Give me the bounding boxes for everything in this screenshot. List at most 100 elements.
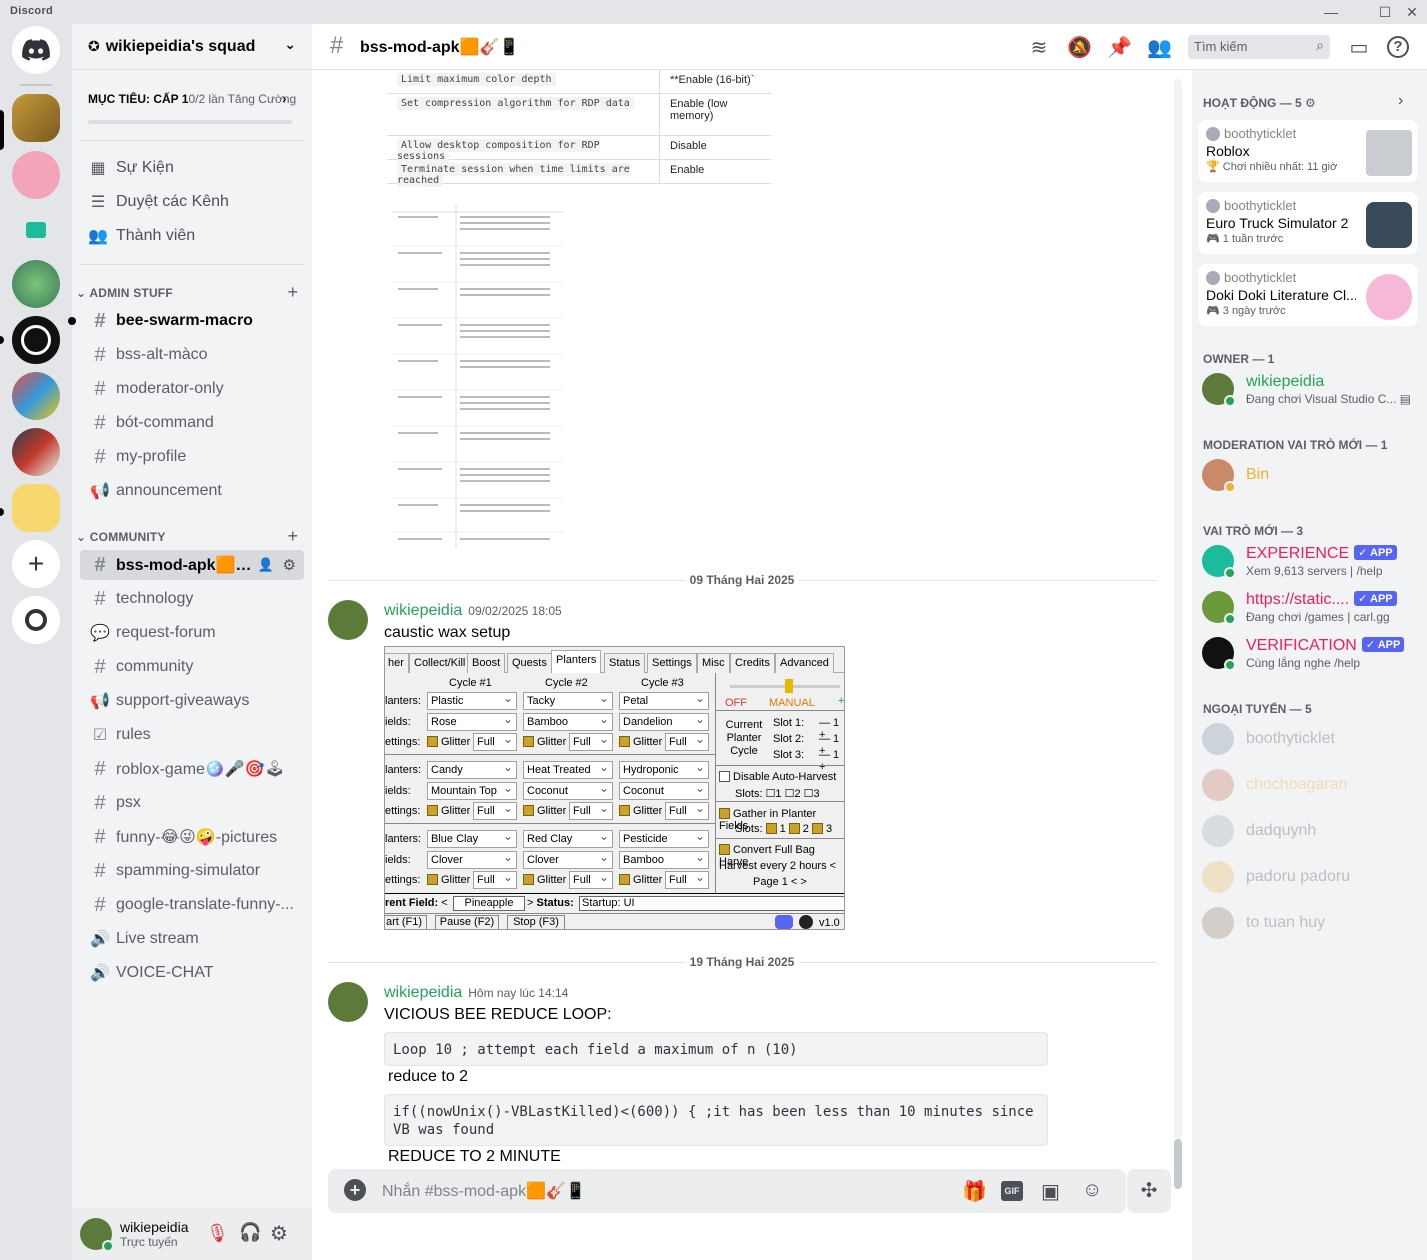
close-icon[interactable]: ✕ [1401, 2, 1423, 22]
member-offline[interactable]: padoru padoru [1200, 856, 1420, 898]
add-channel-icon[interactable]: + [287, 282, 298, 303]
hash-icon: # [94, 309, 106, 332]
activity-header: HOẠT ĐỘNG — 5 ⚙ [1203, 96, 1316, 110]
calendar-icon: ▦ [90, 160, 106, 177]
channel-bss-mod-apk[interactable]: # bss-mod-apk🟧… 👤 ⚙ [80, 550, 304, 580]
server-folder-icon[interactable] [12, 484, 60, 532]
channel-psx[interactable]: # psx [80, 788, 304, 818]
channel-voice-chat[interactable]: 🔊 VOICE-CHAT [80, 958, 304, 988]
channel-roblox-game[interactable]: # roblox-game🪩🎤🎯🕹 [80, 754, 304, 784]
chevron-right-icon[interactable]: › [1398, 92, 1403, 110]
nav-browse-channels[interactable]: ☰ Duyệt các Kênh [88, 192, 229, 212]
channel-bee-swarm-macro[interactable]: # bee-swarm-macro [80, 306, 304, 336]
discover-icon[interactable] [12, 596, 60, 644]
server-icon-wikiepeidia[interactable] [12, 94, 60, 142]
browse-channels-icon: ☰ [90, 194, 106, 211]
search-input[interactable]: Tìm kiếm ⌕ [1188, 35, 1330, 59]
add-attachment-icon[interactable]: + [344, 1179, 366, 1201]
member-owner[interactable]: wikiepeidia Đang chơi Visual Studio C... … [1200, 368, 1420, 410]
member-bin[interactable]: Bin [1200, 454, 1420, 496]
minimize-icon[interactable]: — [1320, 2, 1342, 22]
activity-card[interactable]: boothyticklet Euro Truck Simulator 2 🎮 1… [1198, 192, 1418, 254]
discord-logo-icon [775, 915, 793, 929]
inbox-icon[interactable]: ▭ [1347, 36, 1371, 60]
macro-screenshot[interactable]: her Collect/Kill Boost Quests Planters S… [384, 646, 845, 930]
avatar[interactable] [80, 1218, 114, 1252]
member-list-icon[interactable]: 👥 [1147, 36, 1172, 60]
avatar[interactable] [328, 982, 368, 1022]
user-panel: wikiepeidia Trực tuyến 🎙 🎧 ⚙ [72, 1208, 312, 1260]
server-icon-2[interactable] [12, 151, 60, 199]
channel-moderator-only[interactable]: # moderator-only [80, 374, 304, 404]
folder-icon[interactable] [12, 206, 60, 254]
moderation-header: MODERATION VAI TRÒ MỚI — 1 [1203, 438, 1388, 452]
headphones-icon[interactable]: 🎧 [239, 1222, 261, 1243]
member-offline[interactable]: to tuan huy [1200, 902, 1420, 944]
sticker-icon[interactable]: ▣ [1041, 1179, 1060, 1204]
notification-bell-muted-icon[interactable]: 🔕 [1067, 36, 1092, 60]
message-text: REDUCE TO 2 MINUTE [388, 1148, 561, 1165]
channel-technology[interactable]: # technology [80, 584, 304, 614]
member-offline[interactable]: boothyticklet [1200, 718, 1420, 760]
hash-icon: # [94, 553, 106, 576]
message-author[interactable]: wikiepeidia [384, 602, 462, 619]
channel-rules[interactable]: ☑ rules [80, 720, 304, 750]
member-bot-experience[interactable]: EXPERIENCE ✓ APP Xem 9,613 servers | /help [1200, 540, 1420, 582]
channel-title: bss-mod-apk🟧🎸📱 [360, 39, 520, 56]
member-bot-carl[interactable]: https://static.... ✓ APP Đang chơi /games … [1200, 586, 1420, 628]
message-text: reduce to 2 [388, 1068, 469, 1085]
boost-goal[interactable]: MỤC TIÊU: CẤP 10/2 lần Tăng Cường › [88, 90, 296, 106]
help-icon[interactable]: ? [1387, 36, 1409, 58]
code-block: if((nowUnix()-VBLastKilled)<(600)) { ;it… [384, 1094, 1048, 1146]
threads-icon[interactable]: ≋ [1027, 36, 1051, 60]
scrollbar[interactable] [1174, 79, 1182, 1189]
github-icon [799, 915, 813, 929]
maximize-icon[interactable]: ☐ [1374, 2, 1396, 22]
server-icon-5[interactable] [12, 316, 60, 364]
channel-live-stream[interactable]: 🔊 Live stream [80, 924, 304, 954]
category-admin-stuff[interactable]: ⌄ ADMIN STUFF [76, 286, 173, 300]
channel-support-giveaways[interactable]: 📢 support-giveaways [80, 686, 304, 716]
mic-muted-icon[interactable]: 🎙 [206, 1223, 229, 1244]
gift-icon[interactable]: 🎁 [962, 1179, 987, 1204]
message-header: wikiepeidia Hôm nay lúc 14:14 [384, 984, 568, 1002]
user-status: Trực tuyến [120, 1235, 178, 1249]
channel-announcement[interactable]: 📢 announcement [80, 476, 304, 506]
nav-events[interactable]: ▦ Sự Kiện [88, 158, 173, 178]
hash-icon: # [94, 859, 106, 882]
group-policy-image[interactable] [392, 204, 564, 549]
server-icon-7[interactable] [12, 428, 60, 476]
home-button[interactable] [12, 26, 60, 74]
server-icon-4[interactable] [12, 260, 60, 308]
pin-icon[interactable]: 📌 [1107, 36, 1132, 60]
category-community[interactable]: ⌄ COMMUNITY [76, 530, 166, 544]
channel-community[interactable]: # community [80, 652, 304, 682]
member-offline[interactable]: dadquynh [1200, 810, 1420, 852]
channel-spamming-simulator[interactable]: # spamming-simulator [80, 856, 304, 886]
gif-icon[interactable]: GIF [1001, 1181, 1023, 1201]
member-bot-verification[interactable]: VERIFICATION ✓ APP Cùng lắng nghe /help [1200, 632, 1420, 674]
server-header[interactable]: ✪ wikiepeidia's squad ⌄ [72, 24, 312, 70]
avatar[interactable] [328, 600, 368, 640]
emoji-icon[interactable]: ☺ [1082, 1179, 1102, 1202]
message-input[interactable]: Nhắn #bss-mod-apk🟧🎸📱 [382, 1181, 586, 1201]
hash-icon: # [94, 655, 106, 678]
member-offline[interactable]: chochoagaran [1200, 764, 1420, 806]
channel-funny-pictures[interactable]: # funny-😂😜🤪-pictures [80, 822, 304, 852]
apps-icon[interactable]: ✣ [1127, 1169, 1171, 1213]
channel-header: # bss-mod-apk🟧🎸📱 ≋ 🔕 📌 👥 Tìm kiếm ⌕ ▭ ? [312, 24, 1427, 70]
add-channel-icon[interactable]: + [287, 526, 298, 547]
channel-google-translate-funny[interactable]: # google-translate-funny-... [80, 890, 304, 920]
channel-request-forum[interactable]: 💬 request-forum [80, 618, 304, 648]
server-icon-6[interactable] [12, 372, 60, 420]
channel-bot-command[interactable]: # bót-command [80, 408, 304, 438]
app-title: Discord [10, 5, 54, 17]
activity-card[interactable]: boothyticklet Roblox 🏆 Chơi nhiều nhất: … [1198, 120, 1418, 182]
channel-bss-alt-maco[interactable]: # bss-alt-màco [80, 340, 304, 370]
settings-gear-icon[interactable]: ⚙ [270, 1221, 288, 1246]
message-author[interactable]: wikiepeidia [384, 984, 462, 1001]
activity-card[interactable]: boothyticklet Doki Doki Literature Cl...… [1198, 264, 1418, 326]
nav-members[interactable]: 👥 Thành viên [88, 226, 195, 246]
channel-my-profile[interactable]: # my-profile [80, 442, 304, 472]
add-server-icon[interactable]: + [12, 540, 60, 588]
